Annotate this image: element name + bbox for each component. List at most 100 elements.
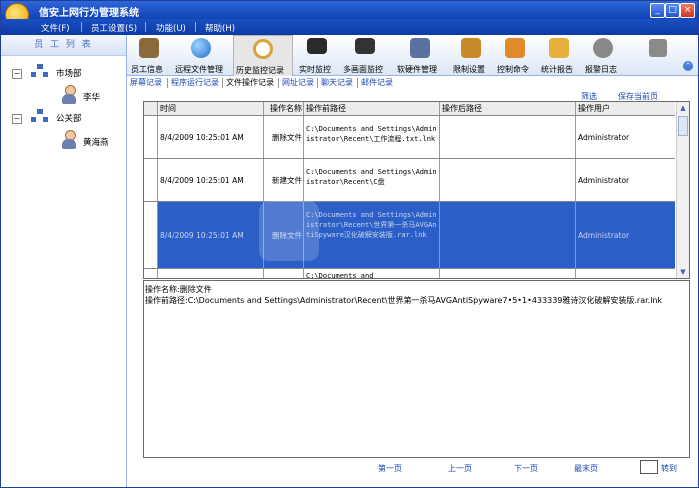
cell-before-path: C:\Documents and Settings\Administrator\…	[304, 159, 440, 201]
window-title: 信安上网行为管理系统	[39, 8, 139, 19]
title-bar: 信安上网行为管理系统 _ □ ×	[1, 1, 698, 27]
row-selector[interactable]	[144, 269, 158, 278]
tab-mail-records[interactable]: 邮件记录	[361, 77, 393, 89]
tool-hardware-software[interactable]: 软硬件管理	[395, 35, 445, 75]
table-row-selected[interactable]: 8/4/2009 10:25:01 AM 删除文件 C:\Documents a…	[144, 202, 675, 269]
cell-user: Administrator	[578, 175, 630, 185]
table-row[interactable]: C:\Documents and	[144, 269, 675, 278]
tab-separator	[317, 78, 318, 88]
cell-time: 8/4/2009 10:25:01 AM	[158, 159, 264, 201]
tree-employee-lihua[interactable]: 李华	[83, 91, 100, 103]
scroll-thumb[interactable]	[678, 116, 688, 136]
tree-department-pr[interactable]: 公关部	[56, 112, 82, 124]
cell-operation	[264, 269, 304, 278]
tab-program-records[interactable]: 程序运行记录	[171, 77, 219, 89]
cell-time	[158, 269, 264, 278]
record-tabs: 屏幕记录 程序运行记录 文件操作记录 网址记录 聊天记录 邮件记录	[127, 76, 698, 90]
tool-multi-monitor[interactable]: 多画面监控	[341, 35, 391, 75]
scroll-down-icon[interactable]: ▼	[677, 266, 689, 278]
menu-help[interactable]: 帮助(H)	[205, 22, 235, 34]
magnifier-icon	[253, 39, 273, 59]
app-window: 信安上网行为管理系统 _ □ × 文件(F) 员工设置(S) 功能(U) 帮助(…	[0, 0, 699, 488]
tool-alarm-log[interactable]: 报警日志	[583, 35, 623, 75]
restore-button[interactable]: □	[665, 3, 680, 18]
table-scrollbar[interactable]: ▲ ▼	[676, 102, 689, 278]
file-operation-table: 时间 操作名称 操作前路径 操作后路径 操作用户 8/4/2009 10:25:…	[143, 101, 690, 279]
main-toolbar: 员工信息 远程文件管理 历史监控记录 实时监控 多画面监控 软硬件管理 限制设置	[127, 35, 698, 77]
scroll-up-icon[interactable]: ▲	[677, 102, 689, 114]
tab-url-records[interactable]: 网址记录	[282, 77, 314, 89]
table-row[interactable]: 8/4/2009 10:25:01 AM 新建文件 C:\Documents a…	[144, 159, 675, 202]
tree-department-market[interactable]: 市场部	[56, 67, 82, 79]
cell-operation: 删除文件	[264, 116, 304, 158]
cell-after-path	[440, 159, 576, 201]
collapse-toggle[interactable]: −	[12, 114, 22, 124]
last-page-link[interactable]: 最末页	[574, 463, 598, 474]
column-header-before-path[interactable]: 操作前路径	[304, 102, 440, 115]
column-header-user[interactable]: 操作用户	[576, 102, 675, 115]
hardware-icon	[410, 38, 430, 58]
row-selector[interactable]	[144, 202, 158, 268]
cell-after-path	[440, 269, 576, 278]
tree-employee-huanghaiyan[interactable]: 黄海燕	[83, 136, 109, 148]
tab-file-operations[interactable]: 文件操作记录	[226, 77, 274, 89]
cell-after-path	[440, 202, 576, 268]
first-page-link[interactable]: 第一页	[378, 463, 402, 474]
collapse-toggle[interactable]: −	[12, 69, 22, 79]
cell-user: Administrator	[576, 202, 675, 268]
table-row[interactable]: 8/4/2009 10:25:01 AM 删除文件 C:\Documents a…	[144, 116, 675, 159]
prev-page-link[interactable]: 上一页	[448, 463, 472, 474]
chevron-up-icon[interactable]: ^	[683, 61, 693, 71]
tool-remote-file[interactable]: 远程文件管理	[173, 35, 229, 75]
cell-before-path: C:\Documents and	[304, 269, 440, 278]
cell-user: Administrator	[578, 132, 630, 142]
employee-avatar-icon	[61, 130, 77, 150]
tab-separator	[278, 78, 279, 88]
cell-after-path	[440, 116, 576, 158]
row-selector[interactable]	[144, 159, 158, 201]
next-page-link[interactable]: 下一页	[514, 463, 538, 474]
tab-chat-records[interactable]: 聊天记录	[321, 77, 353, 89]
column-header-operation[interactable]: 操作名称	[264, 102, 304, 115]
detail-panel: 操作名称:删除文件 操作前路径:C:\Documents and Setting…	[143, 280, 690, 458]
alarm-icon	[593, 38, 613, 58]
tool-statistics-report[interactable]: 统计报告	[539, 35, 579, 75]
globe-icon	[191, 38, 211, 58]
multi-monitor-icon	[355, 38, 375, 54]
page-number-input[interactable]	[640, 460, 658, 474]
tools-icon[interactable]	[649, 39, 667, 57]
tab-screen-records[interactable]: 屏幕记录	[130, 77, 162, 89]
jump-page-link[interactable]: 转到	[661, 463, 677, 474]
menu-separator	[81, 22, 82, 32]
tool-employee-info[interactable]: 员工信息	[129, 35, 169, 75]
cell-time: 8/4/2009 10:25:01 AM	[158, 116, 264, 158]
tab-separator	[357, 78, 358, 88]
row-selector-header	[144, 102, 158, 115]
cell-time: 8/4/2009 10:25:01 AM	[158, 202, 264, 268]
tool-history-records[interactable]: 历史监控记录	[233, 35, 293, 77]
cell-user	[576, 269, 675, 278]
table-header: 时间 操作名称 操作前路径 操作后路径 操作用户	[144, 102, 675, 116]
detail-operation-name: 操作名称:删除文件	[145, 285, 212, 294]
menu-function[interactable]: 功能(U)	[156, 22, 186, 34]
tool-control-commands[interactable]: 控制命令	[495, 35, 535, 75]
employee-icon	[139, 38, 159, 58]
menu-employee-settings[interactable]: 员工设置(S)	[91, 22, 137, 34]
close-button[interactable]: ×	[680, 3, 695, 18]
row-selector[interactable]	[144, 116, 158, 158]
monitor-icon	[307, 38, 327, 54]
watermark-logo	[259, 201, 319, 261]
column-header-after-path[interactable]: 操作后路径	[440, 102, 576, 115]
report-icon	[549, 38, 569, 58]
tool-restrictions[interactable]: 限制设置	[451, 35, 491, 75]
column-header-time[interactable]: 时间	[158, 102, 264, 115]
detail-before-path: 操作前路径:C:\Documents and Settings\Administ…	[145, 296, 663, 305]
menu-separator	[145, 22, 146, 32]
menu-file[interactable]: 文件(F)	[41, 22, 70, 34]
department-icon	[31, 109, 49, 123]
employee-panel-header: 员 工 列 表	[1, 35, 126, 56]
control-icon	[505, 38, 525, 58]
tool-realtime-monitor[interactable]: 实时监控	[297, 35, 337, 75]
tab-separator	[167, 78, 168, 88]
minimize-button[interactable]: _	[650, 3, 665, 18]
